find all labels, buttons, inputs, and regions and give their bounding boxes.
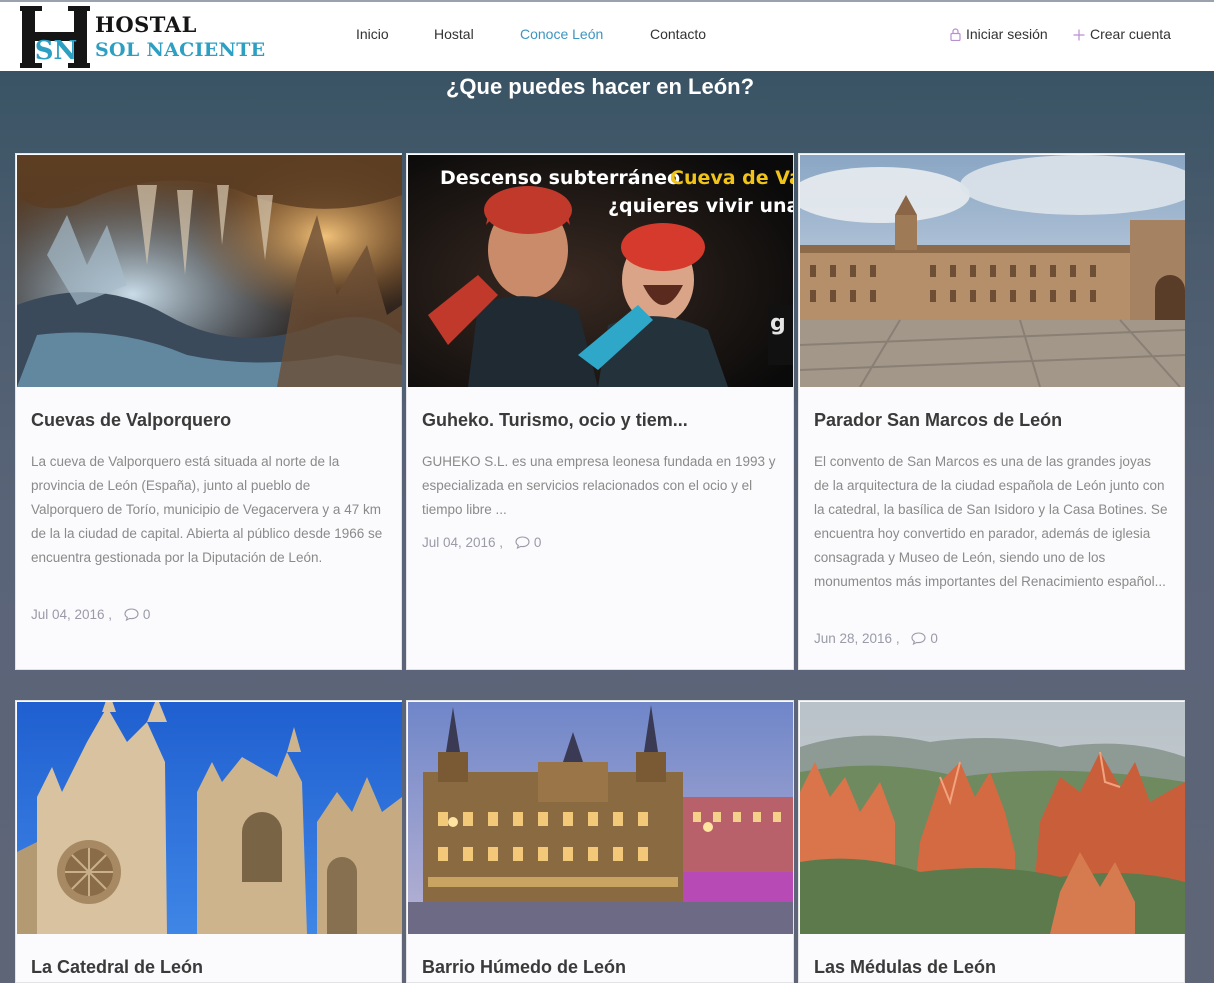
card-meta: Jul 04, 2016 , 0 (31, 607, 150, 622)
login-link[interactable]: Iniciar sesión (950, 26, 1048, 42)
card-date: Jun 28, 2016 , (814, 631, 900, 646)
card-title[interactable]: La Catedral de León (31, 957, 203, 978)
card-cuevas-valporquero[interactable]: Cuevas de Valporquero La cueva de Valpor… (15, 153, 402, 670)
navbar: SN HOSTAL SOL NACIENTE Inicio Hostal Con… (0, 2, 1214, 71)
card-title[interactable]: Las Médulas de León (814, 957, 996, 978)
nav-conoce-leon[interactable]: Conoce León (520, 26, 603, 42)
card-image[interactable]: g Descenso subterráneo Cueva de Va ¿quie… (408, 155, 793, 387)
san-marcos-image (800, 155, 1185, 387)
plaza-mayor-image (408, 702, 793, 934)
page-title: ¿Que puedes hacer en León? (445, 74, 755, 99)
lock-icon (950, 28, 961, 41)
comment-count[interactable]: 0 (534, 535, 542, 550)
caving-ad-image: g Descenso subterráneo Cueva de Va ¿quie… (408, 155, 793, 387)
nav-contacto[interactable]: Contacto (650, 26, 706, 42)
brand-line2: SOL NACIENTE (95, 39, 266, 61)
card-barrio-humedo[interactable]: Barrio Húmedo de León (406, 700, 794, 983)
card-catedral-leon[interactable]: La Catedral de León (15, 700, 402, 983)
ad-headline-2: ¿quieres vivir una (608, 195, 793, 217)
card-image[interactable] (800, 702, 1185, 934)
ad-headline-1: Descenso subterráneo (440, 167, 680, 189)
logo-sub-mark: SN (35, 36, 78, 66)
nav-inicio[interactable]: Inicio (356, 26, 389, 42)
card-title[interactable]: Guheko. Turismo, ocio y tiem... (422, 410, 688, 431)
card-medulas[interactable]: Las Médulas de León (798, 700, 1185, 983)
card-image[interactable] (17, 155, 402, 387)
card-date: Jul 04, 2016 , (31, 607, 113, 622)
card-title[interactable]: Parador San Marcos de León (814, 410, 1062, 431)
comment-count[interactable]: 0 (930, 631, 938, 646)
logo-mark-icon: SN (20, 6, 90, 68)
login-label: Iniciar sesión (966, 26, 1048, 42)
ad-headline-1b: Cueva de Va (670, 167, 793, 189)
register-label: Crear cuenta (1090, 26, 1171, 42)
comment-icon (124, 608, 139, 621)
brand-logo[interactable]: SN HOSTAL SOL NACIENTE (20, 4, 280, 70)
card-meta: Jul 04, 2016 , 0 (422, 535, 541, 550)
card-image[interactable] (17, 702, 402, 934)
card-excerpt: GUHEKO S.L. es una empresa leonesa funda… (422, 454, 776, 517)
card-parador-san-marcos[interactable]: Parador San Marcos de León El convento d… (798, 153, 1185, 670)
register-link[interactable]: Crear cuenta (1073, 26, 1171, 42)
comment-icon (911, 632, 926, 645)
cave-image (17, 155, 402, 387)
card-date: Jul 04, 2016 , (422, 535, 504, 550)
comment-icon (515, 536, 530, 549)
medulas-image (800, 702, 1185, 934)
card-excerpt: La cueva de Valporquero está situada al … (31, 454, 383, 565)
plus-icon (1073, 29, 1085, 41)
svg-text:g: g (770, 311, 786, 336)
card-title[interactable]: Barrio Húmedo de León (422, 957, 626, 978)
card-image[interactable] (800, 155, 1185, 387)
card-title[interactable]: Cuevas de Valporquero (31, 410, 231, 431)
card-excerpt: El convento de San Marcos es una de las … (814, 454, 1168, 589)
cathedral-image (17, 702, 402, 934)
brand-line1: HOSTAL (95, 12, 197, 37)
comment-count[interactable]: 0 (143, 607, 151, 622)
card-meta: Jun 28, 2016 , 0 (814, 631, 938, 646)
card-image[interactable] (408, 702, 793, 934)
nav-hostal[interactable]: Hostal (434, 26, 474, 42)
card-guheko[interactable]: g Descenso subterráneo Cueva de Va ¿quie… (406, 153, 794, 670)
